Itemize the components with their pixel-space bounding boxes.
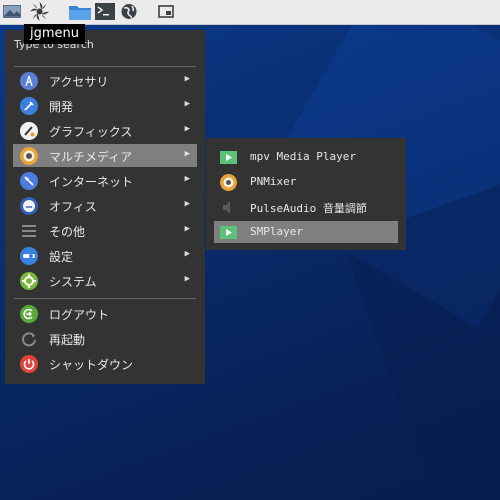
menu-separator	[14, 66, 196, 67]
terminal-icon[interactable]	[95, 3, 115, 20]
menu-item-label: アクセサリ	[49, 75, 109, 89]
settings-icon	[20, 247, 38, 265]
development-icon	[20, 97, 38, 115]
multimedia-submenu: mpv Media Player PNMixer PulseAudio 音量調節…	[206, 138, 406, 250]
menu-item-label: インターネット	[49, 175, 134, 189]
submenu-item-pulseaudio[interactable]: PulseAudio 音量調節	[214, 196, 398, 218]
submenu-arrow-icon: ▶	[184, 199, 190, 209]
accessories-icon	[20, 72, 38, 90]
menu-item-label: その他	[49, 225, 86, 239]
submenu-arrow-icon: ▶	[184, 274, 190, 284]
menu-item-system[interactable]: システム ▶	[13, 269, 197, 292]
office-icon	[20, 197, 38, 215]
menu-item-logout[interactable]: ログアウト	[13, 302, 197, 325]
submenu-arrow-icon: ▶	[184, 224, 190, 234]
submenu-arrow-icon: ▶	[184, 124, 190, 134]
menu-separator	[14, 298, 196, 299]
menu-item-label: ログアウト	[49, 308, 110, 322]
graphics-icon	[20, 122, 38, 140]
menu-item-label: システム	[49, 275, 97, 289]
submenu-arrow-icon: ▶	[184, 149, 190, 159]
shutdown-icon	[20, 355, 38, 373]
jgmenu-logo-icon[interactable]	[29, 1, 50, 22]
logout-icon	[20, 305, 38, 323]
menu-item-office[interactable]: オフィス ▶	[13, 194, 197, 217]
submenu-item-mpv[interactable]: mpv Media Player	[214, 146, 398, 168]
menu-item-label: オフィス	[49, 200, 97, 214]
menu-item-shutdown[interactable]: シャットダウン	[13, 352, 197, 375]
multimedia-icon	[20, 147, 38, 165]
folder-icon[interactable]	[69, 3, 91, 20]
menu-item-label: シャットダウン	[49, 358, 134, 372]
top-panel	[0, 0, 500, 25]
submenu-arrow-icon: ▶	[184, 74, 190, 84]
menu-item-development[interactable]: 開発 ▶	[13, 94, 197, 117]
submenu-arrow-icon: ▶	[184, 174, 190, 184]
reboot-icon	[20, 330, 38, 348]
menu-item-settings[interactable]: 設定 ▶	[13, 244, 197, 267]
menu-item-label: マルチメディア	[49, 150, 133, 164]
jgmenu-tooltip: jgmenu	[24, 24, 86, 44]
window-icon[interactable]	[158, 3, 174, 20]
menu-item-label: 設定	[49, 250, 74, 264]
system-icon	[20, 272, 38, 290]
submenu-arrow-icon: ▶	[184, 249, 190, 259]
mpv-icon	[220, 149, 237, 166]
internet-icon	[20, 172, 38, 190]
menu-item-multimedia[interactable]: マルチメディア ▶	[13, 144, 197, 167]
web-browser-icon[interactable]	[120, 3, 138, 20]
menu-item-label: 開発	[49, 100, 74, 114]
desktop-icon[interactable]	[3, 3, 21, 20]
submenu-item-smplayer[interactable]: SMPlayer	[214, 221, 398, 243]
smplayer-icon	[220, 224, 237, 241]
pulseaudio-icon	[220, 199, 237, 216]
menu-item-label: グラフィックス	[49, 125, 133, 139]
submenu-item-label: SMPlayer	[250, 225, 303, 238]
pnmixer-icon	[220, 174, 237, 191]
submenu-arrow-icon: ▶	[184, 99, 190, 109]
menu-item-graphics[interactable]: グラフィックス ▶	[13, 119, 197, 142]
menu-item-accessories[interactable]: アクセサリ ▶	[13, 69, 197, 92]
menu-item-reboot[interactable]: 再起動	[13, 327, 197, 350]
submenu-item-label: PNMixer	[250, 175, 297, 188]
submenu-item-label: PulseAudio 音量調節	[250, 202, 367, 215]
submenu-item-label: mpv Media Player	[250, 150, 356, 163]
menu-item-label: 再起動	[49, 333, 86, 347]
menu-item-internet[interactable]: インターネット ▶	[13, 169, 197, 192]
other-icon	[20, 222, 38, 240]
main-menu: Type to search アクセサリ ▶ 開発 ▶ グラフィックス ▶ マル…	[5, 30, 205, 384]
submenu-item-pnmixer[interactable]: PNMixer	[214, 171, 398, 193]
menu-item-other[interactable]: その他 ▶	[13, 219, 197, 242]
